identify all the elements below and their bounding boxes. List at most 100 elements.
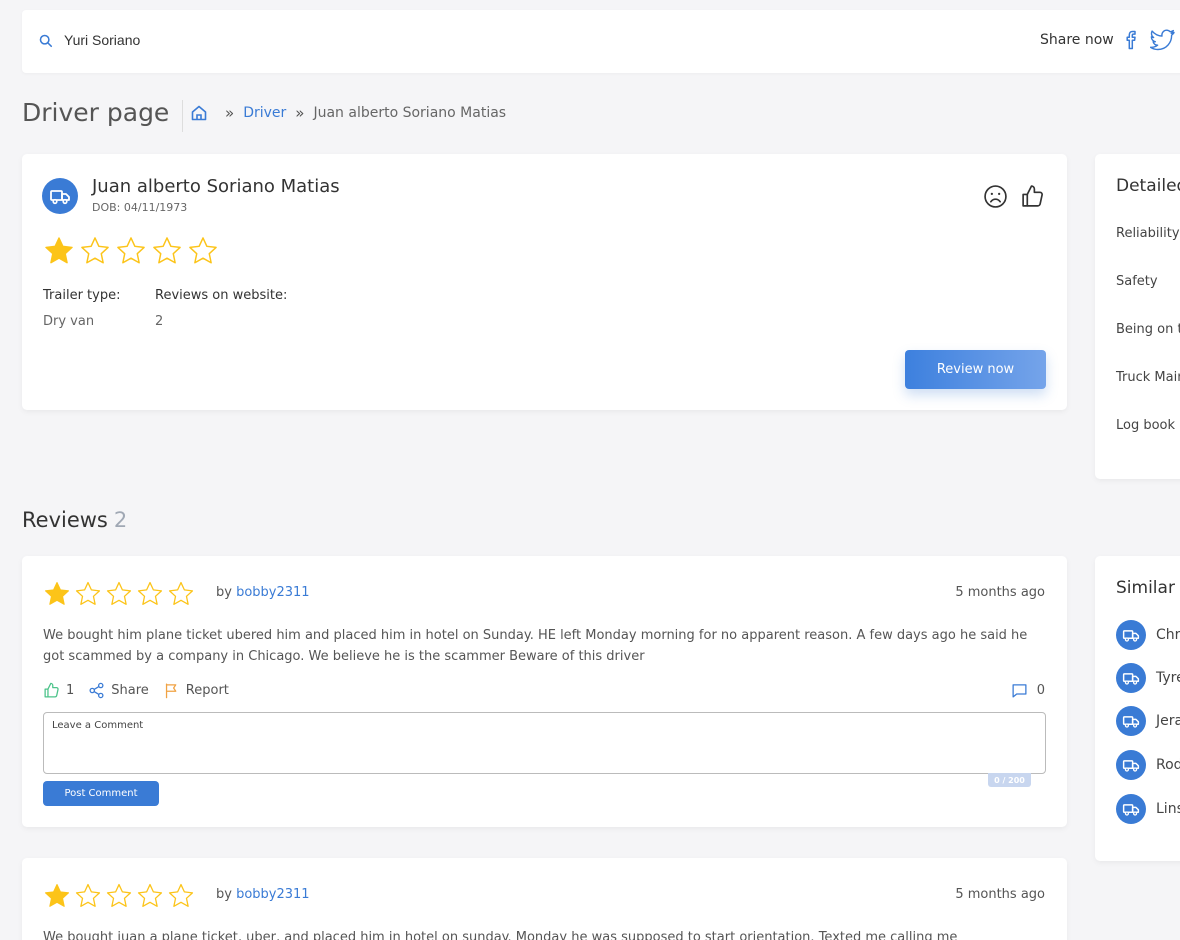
similar-driver-name: Rodney (1156, 757, 1180, 773)
star-empty-icon (137, 581, 163, 605)
similar-driver-name: Christopher (1156, 627, 1180, 643)
like-button[interactable]: 1 (43, 682, 74, 699)
reviews-on-website-value: 2 (155, 314, 164, 329)
star-empty-icon (168, 581, 194, 605)
review-author-link[interactable]: bobby2311 (236, 585, 310, 600)
review-time: 5 months ago (955, 887, 1045, 902)
thumbs-up-icon[interactable] (1020, 184, 1045, 209)
comment-count: 0 (1036, 683, 1045, 698)
similar-title: Similar drivers (1116, 578, 1180, 598)
driver-dob: DOB: 04/11/1973 (92, 201, 188, 214)
similar-driver-item[interactable]: Rodney (1116, 750, 1180, 780)
truck-icon (1122, 716, 1140, 728)
star-filled-icon (44, 581, 70, 605)
driver-name: Juan alberto Soriano Matias (92, 176, 340, 197)
review-now-button[interactable]: Review now (905, 350, 1046, 389)
similar-driver-name: Tyrell (1156, 670, 1180, 686)
review-actions: 1 Share Report (43, 682, 243, 699)
similar-driver-item[interactable]: Linsey (1116, 794, 1180, 824)
share-now-group: Share now (1040, 29, 1176, 51)
reviews-on-website-label: Reviews on website: (155, 288, 288, 303)
share-label: Share (111, 683, 149, 698)
detail-item-log-book: Log book (1116, 418, 1176, 433)
similar-driver-item[interactable]: Tyrell (1116, 663, 1180, 693)
driver-rating-stars (43, 235, 219, 267)
detailed-title: Detailed (1116, 176, 1180, 196)
review-by-label: by (216, 585, 232, 600)
review-author: by bobby2311 (216, 887, 310, 902)
breadcrumb-separator: » (225, 104, 235, 122)
star-empty-icon (81, 237, 109, 264)
breadcrumb-separator: » (295, 104, 305, 122)
review-text: We bought him plane ticket ubered him an… (43, 628, 1028, 664)
similar-driver-item[interactable]: Jeral (1116, 706, 1180, 736)
search-icon[interactable] (39, 34, 53, 48)
share-now-label: Share now (1040, 32, 1114, 48)
review-text: We bought juan a plane ticket, uber, and… (43, 930, 958, 940)
trailer-type-label: Trailer type: (43, 288, 121, 303)
similar-driver-item[interactable]: Christopher (1116, 620, 1180, 650)
comment-icon (1012, 684, 1027, 698)
flag-icon (165, 683, 177, 699)
reaction-icons (983, 184, 1045, 209)
star-empty-icon (106, 581, 132, 605)
detailed-ratings-card: Detailed Reliability Safety Being on tim… (1095, 154, 1180, 479)
truck-icon (1122, 673, 1140, 685)
search-input[interactable]: Yuri Soriano (64, 32, 140, 48)
breadcrumb-current: Juan alberto Soriano Matias (313, 105, 507, 121)
star-filled-icon (45, 237, 73, 264)
detail-item-truck-maintenance: Truck Maintenance (1116, 370, 1180, 385)
star-filled-icon (44, 883, 70, 907)
star-empty-icon (153, 237, 181, 264)
review-author: by bobby2311 (216, 585, 310, 600)
truck-icon (1122, 804, 1140, 816)
top-bar: Yuri Soriano Share now (22, 10, 1180, 73)
detail-item-reliability: Reliability (1116, 226, 1180, 241)
truck-avatar (42, 178, 78, 214)
trailer-type-value: Dry van (43, 314, 95, 329)
breadcrumb: » Driver » Juan alberto Soriano Matias (190, 104, 506, 122)
truck-icon (50, 190, 70, 205)
sad-face-icon[interactable] (983, 184, 1008, 209)
share-icon (89, 682, 104, 699)
star-empty-icon (117, 237, 145, 264)
star-empty-icon (106, 883, 132, 907)
reviews-heading: Reviews 2 (22, 508, 127, 532)
truck-avatar (1116, 706, 1146, 736)
truck-icon (1122, 630, 1140, 642)
char-counter: 0 / 200 (988, 773, 1031, 787)
review-rating-stars (43, 882, 195, 910)
truck-icon (1122, 760, 1140, 772)
review-author-link[interactable]: bobby2311 (236, 887, 310, 902)
reviews-count: 2 (113, 508, 128, 532)
post-comment-button[interactable]: Post Comment (43, 781, 159, 806)
breadcrumb-divider (182, 100, 183, 132)
home-icon[interactable] (190, 104, 208, 122)
driver-card: Juan alberto Soriano Matias DOB: 04/11/1… (22, 154, 1067, 410)
similar-driver-name: Jeral (1156, 713, 1180, 729)
comment-placeholder: Leave a Comment (52, 720, 144, 731)
star-empty-icon (137, 883, 163, 907)
review-card: by bobby2311 5 months ago We bought him … (22, 556, 1067, 827)
truck-avatar (1116, 750, 1146, 780)
star-empty-icon (189, 237, 217, 264)
share-button[interactable]: Share (88, 682, 149, 699)
like-count: 1 (66, 683, 75, 698)
review-rating-stars (43, 580, 195, 608)
report-label: Report (185, 683, 229, 698)
star-empty-icon (75, 581, 101, 605)
similar-drivers-card: Similar drivers Christopher Tyrell Jeral… (1095, 556, 1180, 861)
truck-avatar (1116, 794, 1146, 824)
facebook-icon[interactable] (1122, 29, 1142, 51)
similar-driver-name: Linsey (1156, 801, 1180, 817)
detail-item-on-time: Being on time (1116, 322, 1180, 337)
breadcrumb-driver-link[interactable]: Driver (243, 105, 286, 121)
review-time: 5 months ago (955, 585, 1045, 600)
twitter-icon[interactable] (1149, 29, 1176, 51)
review-by-label: by (216, 887, 232, 902)
comment-input[interactable]: Leave a Comment (43, 712, 1046, 774)
comments-toggle[interactable]: 0 (1011, 682, 1045, 699)
detail-item-safety: Safety (1116, 274, 1158, 289)
report-button[interactable]: Report (163, 682, 229, 699)
star-empty-icon (168, 883, 194, 907)
